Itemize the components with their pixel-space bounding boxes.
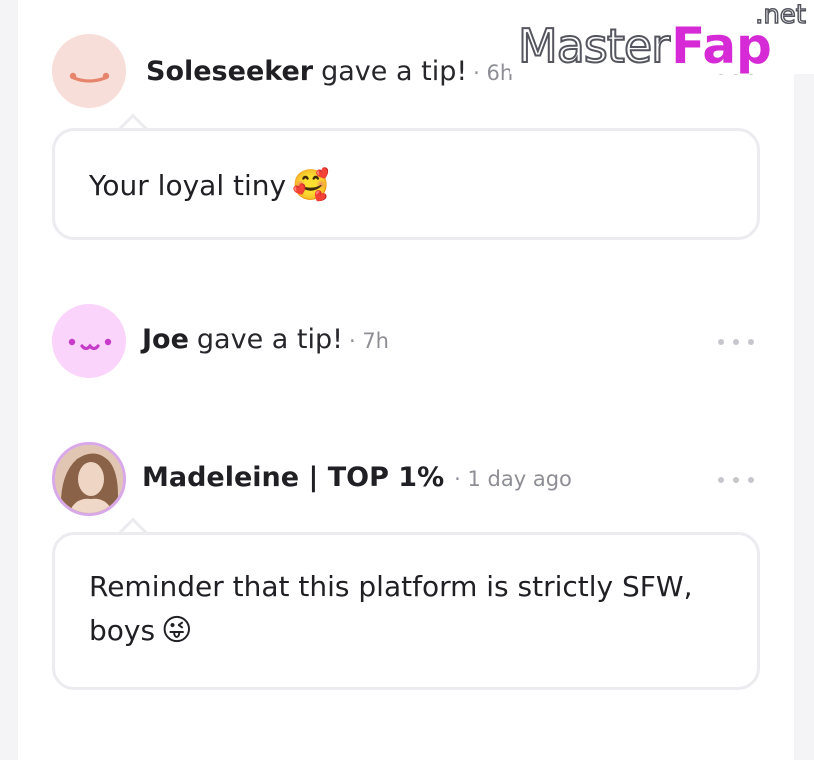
feed-item-header: Madeleine | TOP 1% · 1 day ago (142, 462, 572, 493)
message-text: boys (89, 614, 156, 647)
feed-item-header: Joe gave a tip! · 7h (142, 324, 389, 355)
dot-icon (718, 477, 724, 483)
user-name[interactable]: Joe (142, 324, 189, 355)
avatar[interactable] (52, 442, 126, 516)
timestamp: · 6h (473, 61, 514, 85)
dot-icon (748, 339, 754, 345)
dot-icon (733, 339, 739, 345)
watermark-logo: Master Fap .net (510, 0, 814, 74)
activity-feed: Soleseeker gave a tip! · 6h Your loyal t… (18, 0, 794, 760)
more-options-button[interactable] (718, 332, 754, 352)
action-text: gave a tip! (196, 324, 343, 355)
user-name[interactable]: Soleseeker (146, 56, 313, 87)
avatar[interactable] (52, 34, 126, 108)
watermark-master-text: Master (517, 18, 671, 74)
feed-item-post-madeleine: Madeleine | TOP 1% · 1 day ago Reminder … (18, 440, 794, 700)
action-text: gave a tip! (321, 56, 468, 87)
cute-face-icon (68, 338, 112, 351)
message-text: Reminder that this platform is strictly … (89, 570, 693, 603)
dot-icon (733, 477, 739, 483)
feed-item-header: Soleseeker gave a tip! · 6h (146, 56, 513, 87)
message-text: Your loyal tiny (89, 169, 287, 202)
watermark-net-text: .net (754, 0, 806, 31)
avatar[interactable] (52, 304, 126, 378)
message-bubble: Your loyal tiny 🥰 (52, 128, 760, 240)
timestamp: · 1 day ago (454, 467, 572, 491)
feed-item-tip-joe: Joe gave a tip! · 7h (18, 300, 794, 380)
message-bubble: Reminder that this platform is strictly … (52, 532, 760, 690)
dot-icon (718, 339, 724, 345)
user-name[interactable]: Madeleine | TOP 1% (142, 462, 444, 493)
smile-face-icon (69, 72, 110, 83)
dot-icon (748, 477, 754, 483)
profile-photo (55, 445, 123, 513)
timestamp: · 7h (348, 329, 389, 353)
winking-face-with-tongue-emoji: 😜 (161, 613, 193, 648)
more-options-button[interactable] (718, 470, 754, 490)
smiling-face-with-hearts-emoji: 🥰 (292, 168, 330, 203)
